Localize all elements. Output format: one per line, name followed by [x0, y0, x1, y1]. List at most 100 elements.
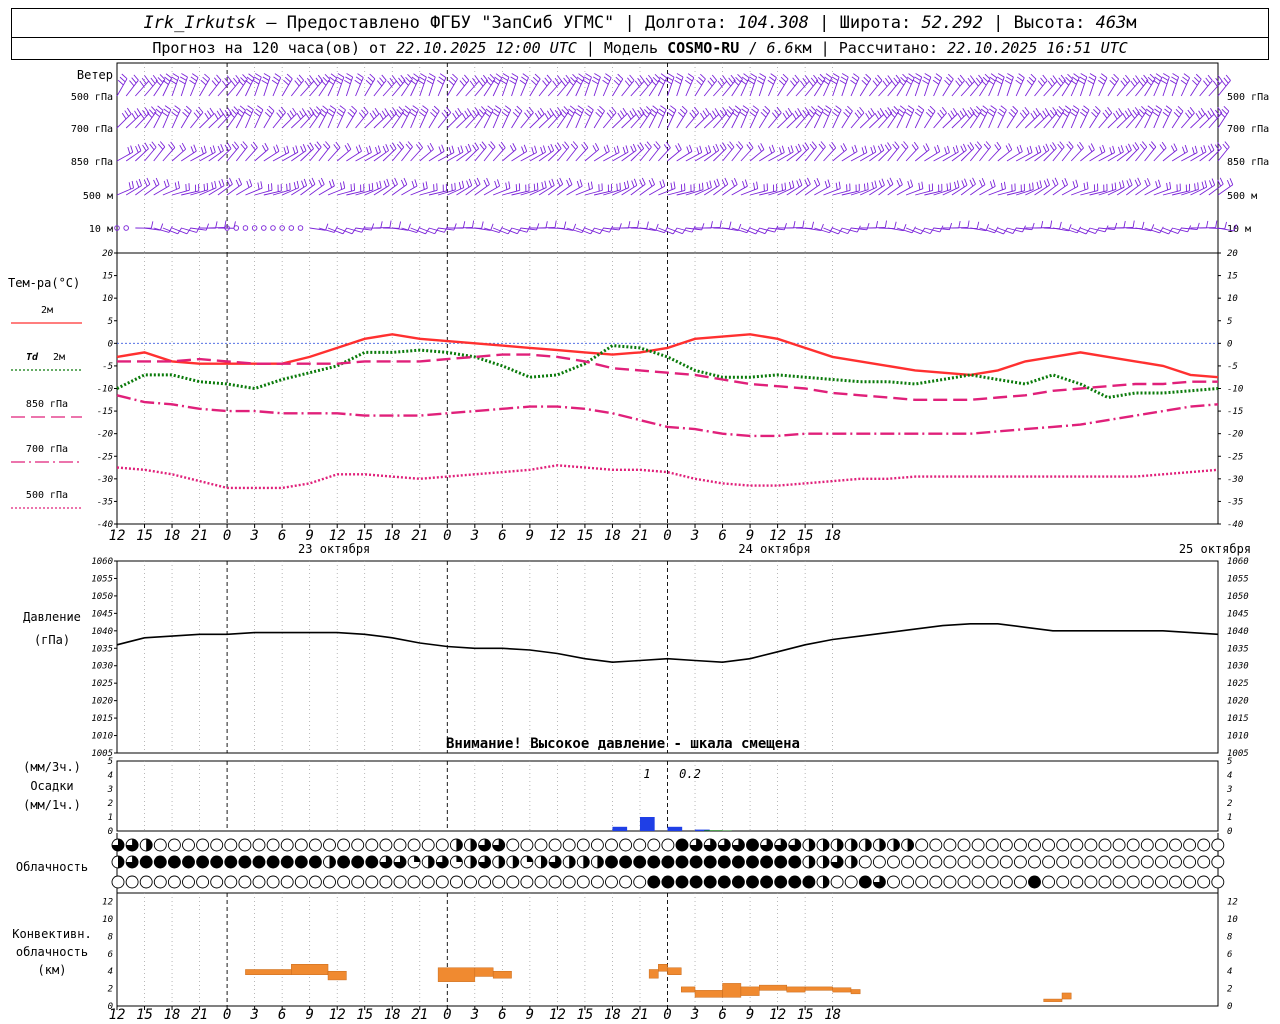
cloud-symbol [449, 855, 463, 869]
time-tick-label: 12 [109, 528, 126, 544]
temp-ytick-right: 10 [1227, 294, 1238, 304]
wind-barb [575, 141, 589, 162]
conv-cloud-bar [681, 986, 696, 993]
wind-barb [208, 144, 224, 162]
cloud-symbol [619, 875, 633, 889]
conv-cloud-bar [667, 967, 682, 975]
cloud-symbol [872, 875, 886, 889]
cloud-symbol [830, 875, 844, 889]
wind-barb [410, 73, 420, 97]
cloud-symbol [760, 838, 774, 852]
precip-ytick-left: 2 [108, 799, 113, 809]
wind-barb [235, 141, 248, 162]
cloud-symbol [703, 855, 717, 869]
cloud-symbol [1154, 855, 1168, 869]
wind-calm-circle [261, 225, 267, 231]
pressure-ytick-left: 1020 [91, 697, 113, 707]
cloud-symbol [435, 875, 449, 889]
conv-ytick-right: 12 [1227, 898, 1238, 908]
cloud-symbol [633, 838, 647, 852]
cloud-symbol [421, 838, 435, 852]
wind-barb [492, 105, 502, 129]
temp-legend-label: 850 гПа [26, 399, 68, 410]
conv-cloud-bar [245, 969, 292, 975]
pressure-ytick-right: 1025 [1227, 679, 1249, 689]
wind-barb [749, 105, 759, 129]
cloud-symbol [506, 855, 520, 869]
cloud-symbol [111, 855, 125, 869]
wind-barb [492, 73, 503, 97]
wind-barb [1024, 73, 1037, 97]
meteogram-chart: Ветер 500 гПа 500 гПа 700 гПа 700 гПа 850 гПа… [8, 62, 1269, 1023]
pressure-ytick-right: 1050 [1227, 592, 1249, 602]
wind-barb [832, 105, 842, 129]
cloud-symbol [788, 875, 802, 889]
cloud-symbol [1070, 838, 1084, 852]
time-tick-label: 6 [278, 528, 286, 544]
cloud-symbol [238, 855, 252, 869]
cloud-symbol [139, 838, 153, 852]
conv-cloud-bar [1061, 992, 1072, 1000]
conv-cloud-bar [850, 989, 861, 995]
precip-bar-1h [713, 830, 723, 831]
temp-ytick-right: -15 [1227, 407, 1243, 417]
wind-barb [1190, 73, 1202, 97]
cloud-symbol [576, 875, 590, 889]
precip-title: Осадки [30, 779, 73, 793]
wind-barb [566, 105, 577, 129]
left-labels: Тем-ра(°С) 2м Td 2м 850 гПа 700 гПа 500 гПа Дав… [8, 276, 92, 977]
cloud-symbol [478, 875, 492, 889]
wind-barb [1180, 107, 1195, 129]
wind-barb [1162, 105, 1173, 129]
wind-barb [1078, 73, 1088, 97]
wind-barb [887, 141, 900, 162]
cloud-symbol [619, 838, 633, 852]
cloud-symbol [1084, 838, 1098, 852]
wind-barb [621, 74, 635, 97]
cloud-symbol [971, 875, 985, 889]
wind-barb [153, 141, 166, 162]
cloud-symbol [506, 838, 520, 852]
cloud-symbol [1070, 875, 1084, 889]
cloud-symbol [746, 875, 759, 889]
cloud-symbol [125, 855, 139, 869]
wind-barb [208, 74, 222, 97]
cloud-symbol [548, 838, 562, 852]
cloud-symbol [774, 838, 788, 852]
time-tick-label: 0 [663, 528, 671, 544]
cloud-symbol [111, 875, 125, 889]
wind-level-label: 700 гПа [71, 124, 113, 135]
wind-barb [914, 105, 925, 129]
cloudiness-panel [111, 838, 1225, 889]
wind-barb [869, 74, 883, 97]
pressure-ytick-left: 1015 [91, 714, 113, 724]
wind-barb [758, 105, 771, 129]
wind-barb [657, 105, 667, 129]
cloud-symbol [858, 875, 872, 889]
conv-cloud-bar [327, 970, 347, 981]
wind-barb [519, 73, 529, 97]
wind-barb [509, 73, 519, 97]
wind-barb [144, 223, 164, 231]
wind-barb [979, 141, 991, 162]
wind-barb [125, 144, 142, 162]
wind-barb [1160, 73, 1170, 97]
cloud-symbol [647, 855, 661, 869]
precip-annotation: 1 [643, 767, 650, 781]
cloud-symbol [520, 875, 534, 889]
cloud-symbol [393, 875, 407, 889]
wind-barb [969, 141, 982, 162]
wind-barb [667, 105, 677, 129]
cloud-symbol [985, 855, 999, 869]
wind-barb [245, 141, 258, 162]
wind-barb [1170, 73, 1180, 97]
cloud-symbol [167, 855, 181, 869]
cloud-symbol [1211, 838, 1225, 852]
wind-barb [822, 73, 833, 97]
cloud-symbol [562, 875, 576, 889]
time-tick-label: 18 [164, 528, 181, 544]
cloud-symbol [576, 838, 590, 852]
wind-calm-circle [288, 225, 295, 231]
pressure-ytick-left: 1025 [91, 679, 113, 689]
wind-barb [657, 141, 671, 162]
